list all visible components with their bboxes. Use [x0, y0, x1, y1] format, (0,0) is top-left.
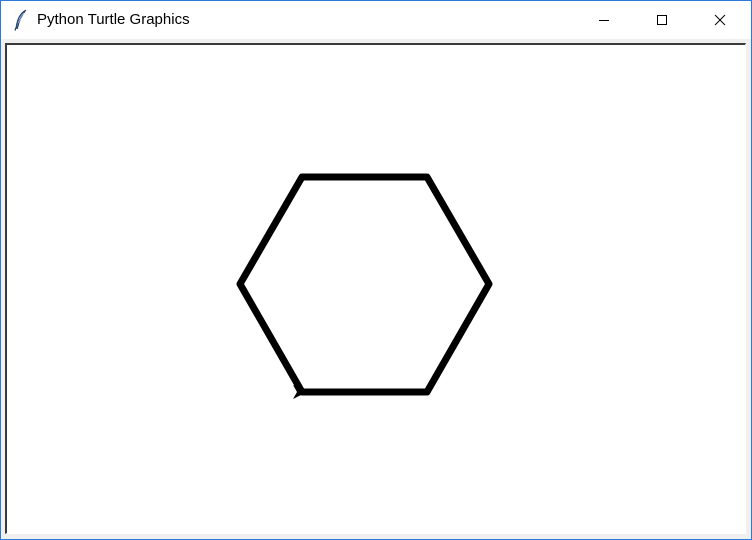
- feather-icon: [11, 9, 31, 31]
- hexagon-drawing: [236, 173, 493, 396]
- close-button[interactable]: [691, 1, 749, 39]
- minimize-icon: [599, 20, 609, 21]
- minimize-button[interactable]: [575, 1, 633, 39]
- turtle-canvas-frame[interactable]: [5, 43, 746, 534]
- close-icon: [714, 14, 726, 26]
- window-client-area: [1, 39, 751, 539]
- turtle-window: Python Turtle Graphics: [0, 0, 752, 540]
- maximize-icon: [657, 15, 667, 25]
- turtle-canvas[interactable]: [7, 45, 745, 533]
- window-title: Python Turtle Graphics: [37, 11, 190, 28]
- maximize-button[interactable]: [633, 1, 691, 39]
- title-bar[interactable]: Python Turtle Graphics: [1, 1, 751, 39]
